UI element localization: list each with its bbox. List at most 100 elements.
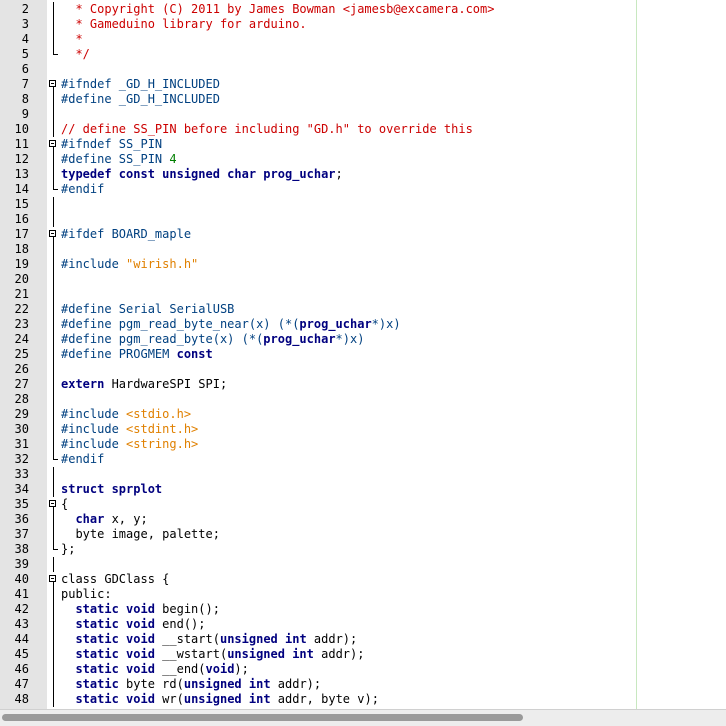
fold-toggle-icon[interactable] (49, 227, 59, 242)
code-text[interactable]: #include <stdint.h> (61, 422, 198, 437)
code-line[interactable]: 40 class GDClass { (0, 572, 726, 587)
code-text[interactable]: typedef const unsigned char prog_uchar; (61, 167, 343, 182)
code-line[interactable]: 25 #define PROGMEM const (0, 347, 726, 362)
code-line[interactable]: 36 char x, y; (0, 512, 726, 527)
code-line[interactable]: 19 #include "wirish.h" (0, 257, 726, 272)
code-text[interactable]: #include <stdio.h> (61, 407, 191, 422)
code-text[interactable]: char x, y; (61, 512, 147, 527)
code-text[interactable]: #define Serial SerialUSB (61, 302, 234, 317)
code-line[interactable]: 31 #include <string.h> (0, 437, 726, 452)
code-line[interactable]: 37 byte image, palette; (0, 527, 726, 542)
horizontal-scrollbar-thumb[interactable] (2, 714, 523, 721)
fold-toggle-icon[interactable] (49, 572, 59, 587)
code-token: addr); (270, 677, 322, 691)
code-line[interactable]: 42 static void begin(); (0, 602, 726, 617)
code-line[interactable]: 22 #define Serial SerialUSB (0, 302, 726, 317)
code-line[interactable]: 33 (0, 467, 726, 482)
fold-toggle-icon[interactable] (49, 497, 59, 512)
code-line[interactable]: 12 #define SS_PIN 4 (0, 152, 726, 167)
code-line[interactable]: 32 #endif (0, 452, 726, 467)
fold-guide (49, 92, 59, 107)
code-line[interactable]: 41 public: (0, 587, 726, 602)
code-line[interactable]: 46 static void __end(void); (0, 662, 726, 677)
fold-guide (49, 32, 59, 47)
code-line[interactable]: 30 #include <stdint.h> (0, 422, 726, 437)
code-text[interactable]: * Gameduino library for arduino. (61, 17, 306, 32)
code-text[interactable]: static void end(); (61, 617, 205, 632)
line-number: 28 (14, 392, 29, 406)
code-line[interactable]: 10 // define SS_PIN before including "GD.… (0, 122, 726, 137)
code-text[interactable]: #ifndef SS_PIN (61, 137, 162, 152)
code-text[interactable]: { (61, 497, 68, 512)
code-line[interactable]: 3 * Gameduino library for arduino. (0, 17, 726, 32)
code-editor[interactable]: 2 * Copyright (C) 2011 by James Bowman <… (0, 0, 726, 709)
code-text[interactable]: */ (61, 47, 89, 62)
code-line[interactable]: 23 #define pgm_read_byte_near(x) (*(prog_… (0, 317, 726, 332)
code-text[interactable]: static byte rd(unsigned int addr); (61, 677, 321, 692)
code-text[interactable]: #define pgm_read_byte(x) (*(prog_uchar*)… (61, 332, 364, 347)
code-line[interactable]: 17 #ifdef BOARD_maple (0, 227, 726, 242)
code-line[interactable]: 5 */ (0, 47, 726, 62)
fold-toggle-icon[interactable] (49, 137, 59, 152)
code-line[interactable]: 45 static void __wstart(unsigned int add… (0, 647, 726, 662)
code-text[interactable]: #define PROGMEM const (61, 347, 213, 362)
code-line[interactable]: 2 * Copyright (C) 2011 by James Bowman <… (0, 2, 726, 17)
fold-guide (49, 452, 59, 467)
code-text[interactable]: * Copyright (C) 2011 by James Bowman <ja… (61, 2, 494, 17)
code-line[interactable]: 9 (0, 107, 726, 122)
code-line[interactable]: 47 static byte rd(unsigned int addr); (0, 677, 726, 692)
code-line[interactable]: 20 (0, 272, 726, 287)
code-text[interactable]: static void __start(unsigned int addr); (61, 632, 357, 647)
code-text[interactable]: static void wr(unsigned int addr, byte v… (61, 692, 378, 707)
code-text[interactable]: * (61, 32, 82, 47)
code-line[interactable]: 48 static void wr(unsigned int addr, byt… (0, 692, 726, 707)
horizontal-scrollbar[interactable] (0, 709, 726, 726)
code-line[interactable]: 11 #ifndef SS_PIN (0, 137, 726, 152)
code-text[interactable]: #endif (61, 452, 104, 467)
code-line[interactable]: 38}; (0, 542, 726, 557)
code-line[interactable]: 26 (0, 362, 726, 377)
code-text[interactable]: // define SS_PIN before including "GD.h"… (61, 122, 473, 137)
code-text[interactable]: #ifndef _GD_H_INCLUDED (61, 77, 220, 92)
code-text[interactable]: static void begin(); (61, 602, 220, 617)
code-line[interactable]: 27 extern HardwareSPI SPI; (0, 377, 726, 392)
code-text[interactable]: byte image, palette; (61, 527, 220, 542)
code-line[interactable]: 29 #include <stdio.h> (0, 407, 726, 422)
code-line[interactable]: 44 static void __start(unsigned int addr… (0, 632, 726, 647)
code-token: ); (234, 662, 249, 676)
code-text[interactable]: class GDClass { (61, 572, 169, 587)
line-number: 27 (14, 377, 29, 391)
code-text[interactable]: struct sprplot (61, 482, 162, 497)
code-text[interactable]: #define pgm_read_byte_near(x) (*(prog_uc… (61, 317, 401, 332)
code-line[interactable]: 43 static void end(); (0, 617, 726, 632)
code-line[interactable]: 14 #endif (0, 182, 726, 197)
code-text[interactable]: static void __end(void); (61, 662, 249, 677)
code-line[interactable]: 4 * (0, 32, 726, 47)
code-text[interactable]: #include "wirish.h" (61, 257, 198, 272)
code-text[interactable]: #define SS_PIN 4 (61, 152, 177, 167)
code-line[interactable]: 39 (0, 557, 726, 572)
code-line[interactable]: 6 (0, 62, 726, 77)
code-text[interactable]: static void __wstart(unsigned int addr); (61, 647, 364, 662)
code-line[interactable]: 35 { (0, 497, 726, 512)
code-token: #endif (61, 182, 105, 196)
code-text[interactable]: #define _GD_H_INCLUDED (61, 92, 220, 107)
code-line[interactable]: 24 #define pgm_read_byte(x) (*(prog_uchar… (0, 332, 726, 347)
code-line[interactable]: 16 (0, 212, 726, 227)
code-line[interactable]: 18 (0, 242, 726, 257)
code-line[interactable]: 28 (0, 392, 726, 407)
code-text[interactable]: #include <string.h> (61, 437, 198, 452)
code-text[interactable]: #ifdef BOARD_maple (61, 227, 191, 242)
code-line[interactable]: 8 #define _GD_H_INCLUDED (0, 92, 726, 107)
code-text[interactable]: public: (61, 587, 112, 602)
line-number: 36 (14, 512, 29, 526)
code-text[interactable]: }; (61, 542, 75, 557)
fold-toggle-icon[interactable] (49, 77, 59, 92)
code-line[interactable]: 15 (0, 197, 726, 212)
code-line[interactable]: 13 typedef const unsigned char prog_uchar… (0, 167, 726, 182)
code-text[interactable]: extern HardwareSPI SPI; (61, 377, 227, 392)
code-text[interactable]: #endif (61, 182, 104, 197)
code-line[interactable]: 34 struct sprplot (0, 482, 726, 497)
code-line[interactable]: 7 #ifndef _GD_H_INCLUDED (0, 77, 726, 92)
code-line[interactable]: 21 (0, 287, 726, 302)
